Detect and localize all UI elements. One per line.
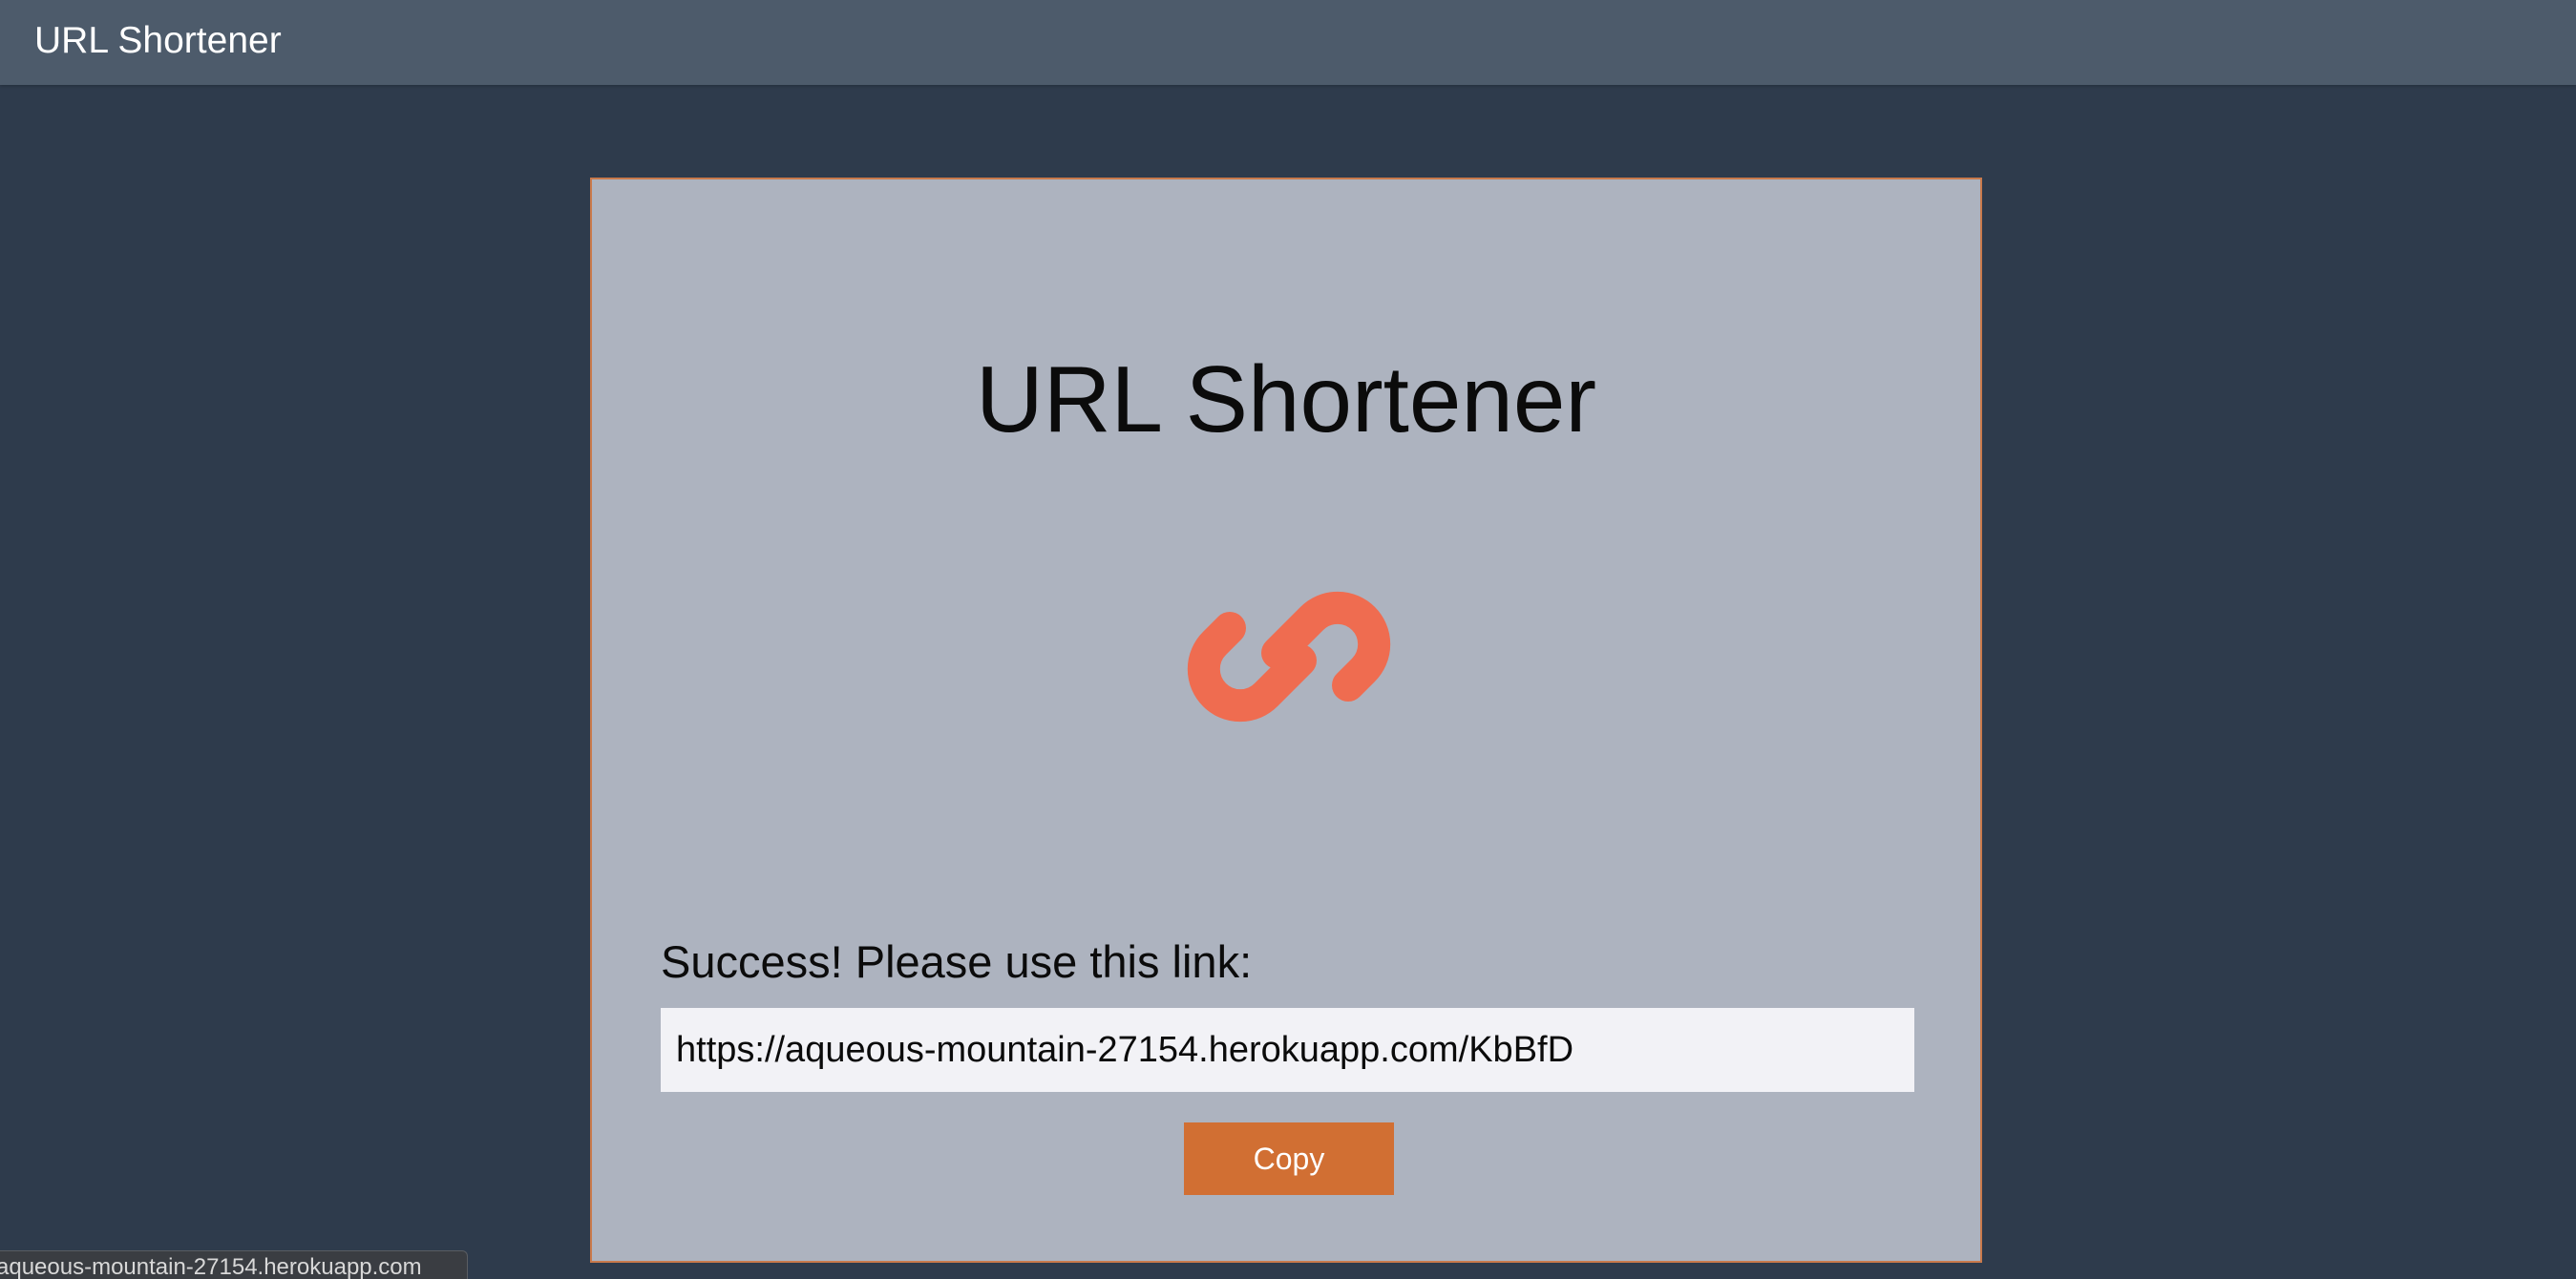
success-label: Success! Please use this link: <box>661 936 1253 987</box>
navbar: URL Shortener <box>0 0 2576 85</box>
status-bar-url: aqueous-mountain-27154.herokuapp.com <box>0 1250 468 1279</box>
link-icon <box>1187 591 1391 723</box>
navbar-brand[interactable]: URL Shortener <box>34 0 282 85</box>
shortener-card: URL Shortener Success! Please use this l… <box>590 178 1982 1263</box>
short-url-field[interactable] <box>661 1008 1914 1092</box>
copy-button[interactable]: Copy <box>1184 1122 1394 1195</box>
page-title: URL Shortener <box>975 346 1596 451</box>
